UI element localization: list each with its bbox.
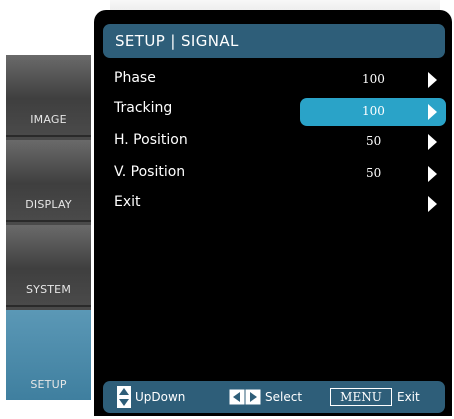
sidebar-item-label: IMAGE	[30, 113, 67, 126]
menu-row-h-position[interactable]: H. Position 50	[94, 130, 452, 154]
menu-row-tracking[interactable]: Tracking 100	[94, 98, 452, 126]
sidebar-item-image[interactable]: IMAGE	[6, 55, 91, 137]
footer-hint-bar: UpDown Select MENU Exit	[103, 381, 445, 413]
sidebar-item-setup[interactable]: SETUP	[6, 310, 91, 400]
triangle-right-icon[interactable]	[428, 104, 437, 120]
menu-row-phase[interactable]: Phase 100	[94, 68, 452, 92]
category-sidebar: IMAGE DISPLAY SYSTEM SETUP	[6, 55, 91, 400]
menu-row-exit[interactable]: Exit	[94, 192, 452, 216]
menu-item-value: 100	[362, 104, 385, 118]
sidebar-item-system[interactable]: SYSTEM	[6, 225, 91, 307]
select-hint-label: Select	[265, 390, 303, 404]
updown-hint-label: UpDown	[135, 390, 186, 404]
menu-item-label: Exit	[114, 194, 141, 210]
menu-item-label: Tracking	[114, 100, 173, 116]
exit-hint-label: Exit	[397, 390, 420, 404]
sidebar-item-display[interactable]: DISPLAY	[6, 140, 91, 222]
triangle-right-icon[interactable]	[428, 134, 437, 150]
sidebar-item-label: SYSTEM	[25, 283, 72, 296]
menu-item-label: Phase	[114, 70, 156, 86]
menu-row-v-position[interactable]: V. Position 50	[94, 162, 452, 186]
menu-item-value: 50	[366, 134, 382, 148]
menu-key-badge: MENU	[330, 388, 392, 406]
triangle-right-icon[interactable]	[428, 196, 437, 212]
left-right-icon	[229, 389, 261, 405]
sidebar-item-label: SETUP	[30, 378, 67, 391]
page-title: SETUP | SIGNAL	[103, 24, 445, 58]
triangle-right-icon[interactable]	[428, 166, 437, 182]
triangle-right-icon[interactable]	[428, 72, 437, 88]
sidebar-item-label: DISPLAY	[25, 198, 72, 211]
menu-item-label: H. Position	[114, 132, 188, 148]
menu-item-label: V. Position	[114, 164, 186, 180]
menu-item-value: 100	[362, 72, 385, 86]
menu-item-value: 50	[366, 166, 382, 180]
up-down-icon	[117, 386, 131, 408]
